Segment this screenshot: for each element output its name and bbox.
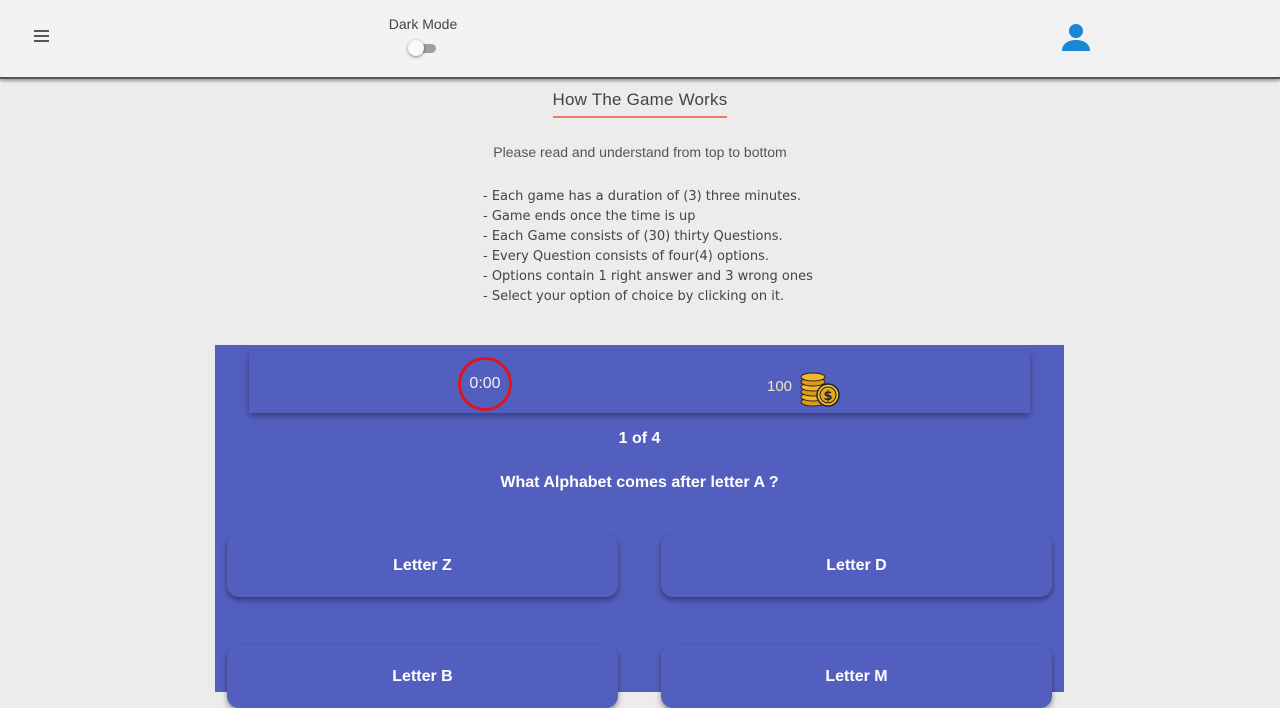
menu-icon[interactable] [34, 30, 49, 42]
rule-item: - Game ends once the time is up [483, 209, 696, 224]
option-label: Letter B [392, 667, 453, 685]
option-label: Letter Z [393, 556, 452, 574]
svg-text:$: $ [823, 389, 832, 404]
status-bar: 0:00 100 $ [249, 351, 1030, 413]
dark-mode-toggle: Dark Mode [380, 16, 466, 57]
rule-item: - Every Question consists of four(4) opt… [483, 249, 770, 264]
question-text: What Alphabet comes after letter A ? [500, 474, 779, 491]
dark-mode-label: Dark Mode [388, 16, 458, 32]
option-button[interactable]: Letter Z [227, 534, 618, 597]
dark-mode-switch[interactable] [408, 39, 438, 57]
option-button[interactable]: Letter M [661, 645, 1052, 708]
coins-icon: $ [800, 372, 840, 407]
coins-value: 100 [767, 378, 793, 395]
option-label: Letter D [826, 556, 887, 574]
page-title: How The Game Works [552, 90, 728, 118]
option-label: Letter M [825, 667, 888, 685]
rule-item: - Each Game consists of (30) thirty Ques… [483, 229, 783, 244]
instructions-subtitle: Please read and understand from top to b… [493, 144, 787, 160]
timer: 0:00 [458, 357, 512, 411]
question-counter: 1 of 4 [618, 430, 661, 447]
switch-thumb [408, 40, 424, 56]
option-button[interactable]: Letter B [227, 645, 618, 708]
rule-item: - Options contain 1 right answer and 3 w… [483, 269, 813, 284]
section-title: How The Game Works [0, 90, 1280, 118]
rule-item: - Select your option of choice by clicki… [483, 289, 785, 304]
rule-item: - Each game has a duration of (3) three … [483, 189, 802, 204]
option-button[interactable]: Letter D [661, 534, 1052, 597]
game-panel: 0:00 100 $ 1 of 4 What Alphabet comes af… [215, 345, 1064, 708]
timer-value: 0:00 [469, 375, 501, 392]
app-bar: Dark Mode [0, 0, 1280, 79]
rules-list: - Each game has a duration of (3) three … [483, 187, 813, 307]
account-icon[interactable] [1058, 20, 1094, 56]
